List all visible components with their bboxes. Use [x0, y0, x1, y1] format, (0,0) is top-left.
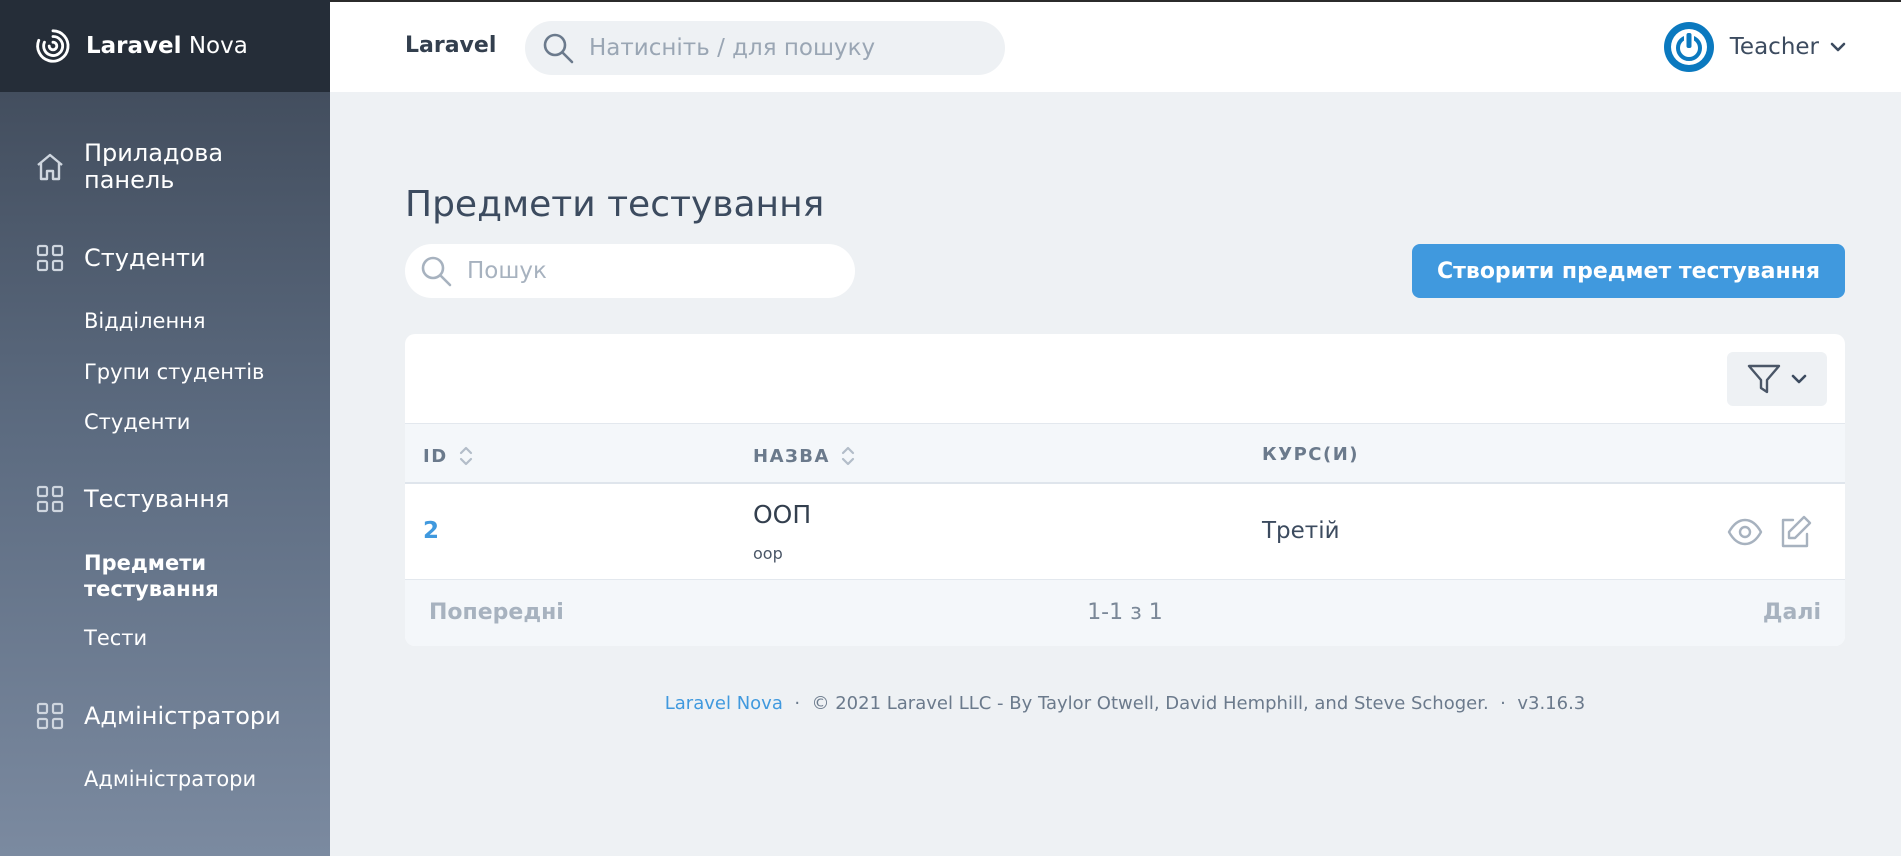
row-id-link[interactable]: 2: [423, 518, 439, 544]
sidebar-group-label: Студенти: [84, 244, 206, 272]
eye-icon[interactable]: [1727, 514, 1763, 550]
grid-icon: [36, 244, 64, 272]
sort-icon: [459, 446, 472, 466]
footer: Laravel Nova · © 2021 Laravel LLC - By T…: [405, 693, 1845, 714]
search-icon: [543, 33, 574, 64]
row-subtitle: oop: [753, 544, 783, 563]
column-courses: КУРС(И): [1262, 444, 1359, 465]
grid-icon: [36, 485, 64, 513]
nova-logo-icon: [36, 29, 70, 63]
sidebar: Laravel Nova Приладова панель Студенти В…: [0, 0, 330, 856]
resource-search-placeholder: Пошук: [467, 258, 547, 284]
table-header: ID НАЗВА КУРС(И): [405, 424, 1845, 484]
column-label: НАЗВА: [753, 445, 830, 467]
user-name: Teacher: [1729, 34, 1819, 60]
pagination: Попередні 1-1 з 1 Далі: [405, 580, 1845, 646]
chevron-down-icon: [1791, 374, 1807, 384]
sidebar-group-label: Адміністратори: [84, 702, 281, 730]
sidebar-group-label: Тестування: [84, 485, 230, 513]
column-label: КУРС(И): [1262, 444, 1360, 465]
page-title: Предмети тестування: [405, 184, 825, 225]
topbar: Laravel Натисніть / для пошуку Teacher: [330, 0, 1901, 92]
table-toolbar: [405, 334, 1845, 424]
footer-copyright: © 2021 Laravel LLC - By Taylor Otwell, D…: [811, 693, 1489, 714]
row-name: ООП: [753, 500, 812, 529]
sidebar-group-students[interactable]: Студенти: [0, 242, 206, 274]
brand[interactable]: Laravel Nova: [0, 0, 330, 92]
row-course: Третій: [1262, 518, 1340, 544]
column-label: ID: [423, 445, 448, 467]
edit-icon[interactable]: [1777, 514, 1813, 550]
sidebar-item-test-subjects[interactable]: Предмети тестування: [0, 550, 250, 602]
user-menu[interactable]: Teacher: [1663, 22, 1847, 72]
create-test-subject-button[interactable]: Створити предмет тестування: [1412, 244, 1845, 298]
resource-table-card: ID НАЗВА КУРС(И) 2 ООП oop Третій Попере…: [405, 334, 1845, 646]
column-name[interactable]: НАЗВА: [753, 444, 856, 468]
table-row: 2 ООП oop Третій: [405, 484, 1845, 580]
resource-search-input[interactable]: Пошук: [405, 244, 855, 298]
sidebar-item-departments[interactable]: Відділення: [0, 309, 206, 333]
top-brand[interactable]: Laravel: [405, 33, 496, 58]
chevron-down-icon: [1830, 42, 1846, 52]
sidebar-item-dashboard[interactable]: Приладова панель: [0, 140, 264, 194]
sidebar-item-student-groups[interactable]: Групи студентів: [0, 360, 264, 384]
home-icon: [37, 153, 63, 181]
power-avatar-icon: [1663, 22, 1714, 72]
footer-separator: ·: [1500, 693, 1506, 714]
sidebar-group-admins[interactable]: Адміністратори: [0, 700, 281, 732]
sidebar-item-students[interactable]: Студенти: [0, 410, 190, 434]
search-icon: [421, 256, 452, 287]
pagination-count: 1-1 з 1: [1087, 600, 1163, 625]
sidebar-item-admins[interactable]: Адміністратори: [0, 767, 256, 791]
footer-nova-link[interactable]: Laravel Nova: [665, 693, 783, 714]
grid-icon: [36, 702, 64, 730]
brand-name: Laravel Nova: [86, 33, 248, 59]
filter-icon: [1747, 364, 1781, 394]
pagination-next-button[interactable]: Далі: [1763, 600, 1821, 625]
sidebar-group-testing[interactable]: Тестування: [0, 483, 229, 515]
filter-button[interactable]: [1727, 352, 1827, 406]
footer-separator: ·: [794, 693, 801, 714]
global-search-input[interactable]: Натисніть / для пошуку: [525, 21, 1005, 75]
sidebar-item-tests[interactable]: Тести: [0, 626, 147, 650]
global-search-placeholder: Натисніть / для пошуку: [589, 35, 876, 61]
footer-version: v3.16.3: [1517, 693, 1586, 714]
sort-icon: [841, 446, 855, 466]
sidebar-item-label: Приладова панель: [84, 139, 224, 194]
column-id[interactable]: ID: [423, 444, 474, 468]
